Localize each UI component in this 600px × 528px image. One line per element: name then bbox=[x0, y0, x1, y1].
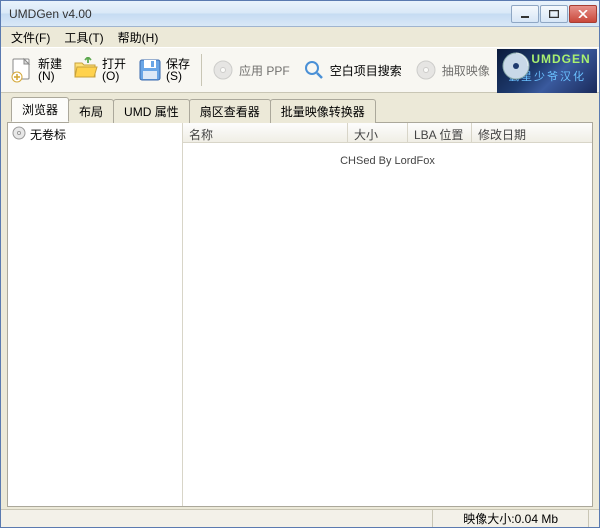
extract-label: 抽取映像 bbox=[442, 62, 490, 79]
menu-help[interactable]: 帮助(H) bbox=[112, 27, 165, 48]
brand-line-1: UMDGEN bbox=[531, 52, 590, 66]
open-button[interactable]: 打开 (O) bbox=[69, 53, 133, 87]
menu-file[interactable]: 文件(F) bbox=[5, 27, 56, 48]
list-empty-message: CHSed By LordFox bbox=[183, 155, 592, 167]
save-label-2: (S) bbox=[166, 70, 182, 82]
statusbar: 映像大小:0.04 Mb bbox=[1, 509, 599, 527]
tree-root-label: 无卷标 bbox=[30, 126, 66, 143]
extract-button[interactable]: 抽取映像 bbox=[409, 53, 497, 87]
toolbar-separator bbox=[201, 54, 202, 86]
tab-layout[interactable]: 布局 bbox=[68, 99, 114, 123]
new-label-2: (N) bbox=[38, 70, 55, 82]
tree-pane[interactable]: 无卷标 bbox=[8, 123, 183, 506]
workarea: 无卷标 名称 大小 LBA 位置 修改日期 CHSed By LordFox bbox=[7, 122, 593, 507]
window-controls bbox=[510, 5, 597, 23]
list-pane: 名称 大小 LBA 位置 修改日期 CHSed By LordFox bbox=[183, 123, 592, 506]
apply-ppf-button[interactable]: 应用 PPF bbox=[206, 53, 297, 87]
close-button[interactable] bbox=[569, 5, 597, 23]
tab-batch-converter[interactable]: 批量映像转换器 bbox=[270, 99, 376, 123]
tree-root-node[interactable]: 无卷标 bbox=[10, 125, 180, 144]
new-button[interactable]: 新建 (N) bbox=[5, 53, 69, 87]
column-modified[interactable]: 修改日期 bbox=[472, 123, 592, 142]
empty-search-button[interactable]: 空白项目搜索 bbox=[297, 53, 409, 87]
window-title: UMDGen v4.00 bbox=[9, 7, 510, 21]
save-button[interactable]: 保存 (S) bbox=[133, 53, 197, 87]
volume-icon bbox=[12, 126, 26, 143]
empty-search-label: 空白项目搜索 bbox=[330, 62, 402, 79]
app-window: UMDGen v4.00 文件(F) 工具(T) 帮助(H) 新建 ( bbox=[0, 0, 600, 528]
column-name[interactable]: 名称 bbox=[183, 123, 348, 142]
menubar: 文件(F) 工具(T) 帮助(H) bbox=[1, 27, 599, 47]
list-body[interactable]: CHSed By LordFox bbox=[183, 143, 592, 506]
column-lba[interactable]: LBA 位置 bbox=[408, 123, 472, 142]
maximize-button[interactable] bbox=[540, 5, 568, 23]
menu-tools[interactable]: 工具(T) bbox=[58, 27, 109, 48]
save-disk-icon bbox=[136, 56, 164, 84]
search-icon bbox=[300, 56, 328, 84]
tab-strip: 浏览器 布局 UMD 属性 扇区查看器 批量映像转换器 bbox=[1, 93, 599, 122]
extract-icon bbox=[412, 56, 440, 84]
apply-ppf-icon bbox=[209, 56, 237, 84]
brand-panel: UMDGEN 氫星少爷汉化 bbox=[497, 49, 597, 93]
new-file-icon bbox=[8, 56, 36, 84]
open-label-2: (O) bbox=[102, 70, 119, 82]
tab-browser[interactable]: 浏览器 bbox=[11, 97, 69, 122]
tab-umd-attributes[interactable]: UMD 属性 bbox=[113, 99, 190, 123]
status-image-size: 映像大小:0.04 Mb bbox=[432, 510, 589, 527]
toolbar: 新建 (N) 打开 (O) 保存 (S) bbox=[1, 47, 599, 93]
minimize-button[interactable] bbox=[511, 5, 539, 23]
tab-sector-viewer[interactable]: 扇区查看器 bbox=[189, 99, 271, 123]
apply-ppf-label: 应用 PPF bbox=[239, 62, 290, 79]
titlebar[interactable]: UMDGen v4.00 bbox=[1, 1, 599, 27]
column-size[interactable]: 大小 bbox=[348, 123, 408, 142]
open-folder-icon bbox=[72, 56, 100, 84]
disc-icon bbox=[501, 51, 531, 81]
list-header: 名称 大小 LBA 位置 修改日期 bbox=[183, 123, 592, 143]
